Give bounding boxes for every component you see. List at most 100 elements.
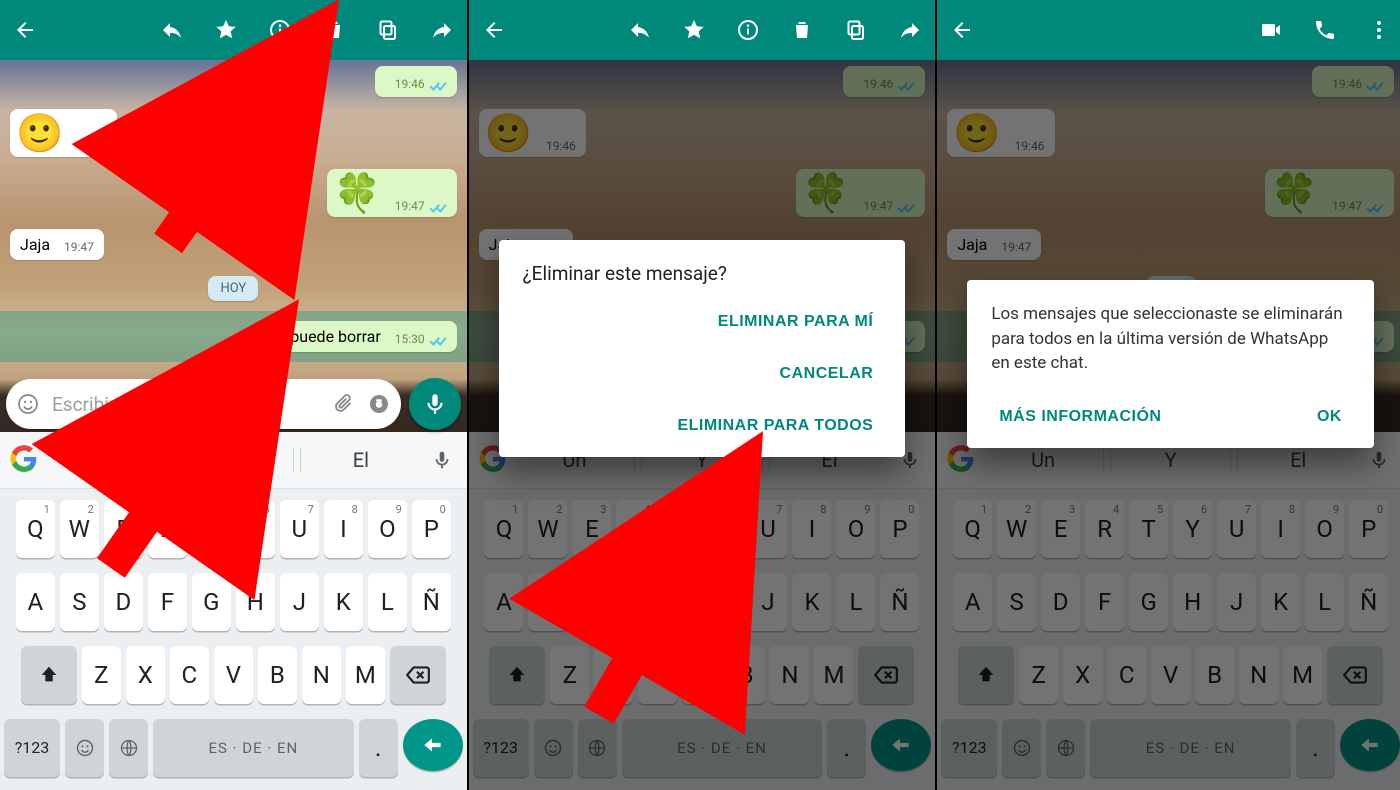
- copy-icon[interactable]: [843, 17, 869, 43]
- video-call-icon[interactable]: [1258, 17, 1284, 43]
- back-icon[interactable]: [481, 17, 507, 43]
- key-Y[interactable]: Y6: [236, 500, 275, 558]
- google-logo-icon[interactable]: [10, 445, 40, 475]
- delete-message-dialog: ¿Eliminar este mensaje? ELIMINAR PARA MÍ…: [499, 240, 906, 457]
- date-pill: HOY: [208, 276, 258, 301]
- message-out[interactable]: 🍀 19:47: [327, 169, 456, 217]
- key-G[interactable]: G: [192, 573, 231, 631]
- panel-3: 19:46 🙂 19:46 🍀 19:47 Jaja 19:47 HOY Se …: [935, 0, 1400, 790]
- space-key[interactable]: ES · DE · EN: [153, 719, 354, 777]
- keyboard-mic-icon[interactable]: [427, 449, 457, 471]
- key-N[interactable]: N: [302, 646, 341, 704]
- key-R[interactable]: R4: [148, 500, 187, 558]
- chat-action-bar: [937, 0, 1400, 60]
- backspace-key[interactable]: [390, 646, 446, 704]
- trash-icon[interactable]: [789, 17, 815, 43]
- forward-icon[interactable]: [429, 17, 455, 43]
- key-F[interactable]: F: [148, 573, 187, 631]
- more-icon[interactable]: [1366, 17, 1392, 43]
- key-H[interactable]: H: [236, 573, 275, 631]
- suggestion-bar: UnYEl: [0, 432, 467, 489]
- msg-text: Jaja: [20, 235, 50, 254]
- key-W[interactable]: W2: [60, 500, 99, 558]
- key-L[interactable]: L: [368, 573, 407, 631]
- dim-overlay-kbd: [469, 432, 936, 790]
- panel-1: 19:46 🙂 19:46 🍀 19:47 Jaja 19:47 HOY Se …: [0, 0, 467, 790]
- shift-key[interactable]: [21, 646, 77, 704]
- info-icon[interactable]: [267, 17, 293, 43]
- cancel-button[interactable]: CANCELAR: [772, 351, 882, 397]
- key-Z[interactable]: Z: [82, 646, 121, 704]
- selection-action-bar: [0, 0, 467, 60]
- reply-icon[interactable]: [627, 17, 653, 43]
- selected-message-row[interactable]: Se puede borrar 15:30: [0, 311, 467, 362]
- info-dialog: Los mensajes que seleccionaste se elimin…: [967, 280, 1374, 448]
- key-Ñ[interactable]: Ñ: [412, 573, 451, 631]
- dialog-title: ¿Eliminar este mensaje?: [523, 262, 882, 285]
- suggestion[interactable]: El: [300, 448, 421, 472]
- message-input-bar: Escribir respuesta…: [6, 376, 461, 432]
- camera-icon[interactable]: [367, 392, 391, 416]
- back-icon[interactable]: [12, 17, 38, 43]
- attach-icon[interactable]: [326, 387, 360, 421]
- message-in[interactable]: 🙂 19:46: [10, 109, 117, 157]
- msg-text: Se puede borrar: [268, 327, 380, 346]
- key-A[interactable]: A: [16, 573, 55, 631]
- back-icon[interactable]: [949, 17, 975, 43]
- delete-for-everyone-button[interactable]: ELIMINAR PARA TODOS: [669, 403, 881, 449]
- phone-call-icon[interactable]: [1312, 17, 1338, 43]
- info-icon[interactable]: [735, 17, 761, 43]
- delete-for-me-button[interactable]: ELIMINAR PARA MÍ: [710, 299, 882, 345]
- panel-2: 19:46 🙂 19:46 🍀 19:47 Jaja 19:47 HOY Se …: [467, 0, 936, 790]
- ok-button[interactable]: OK: [1309, 394, 1350, 440]
- key-S[interactable]: S: [60, 573, 99, 631]
- mic-button[interactable]: [409, 378, 461, 430]
- key-M[interactable]: M: [346, 646, 385, 704]
- dialog-body: Los mensajes que seleccionaste se elimin…: [991, 302, 1350, 376]
- keyboard: UnYEl Q1W2E3R4T5Y6U7I8O9P0 ASDFGHJKLÑ ZX…: [0, 432, 467, 790]
- chat-body: 19:46 🙂 19:46 🍀 19:47 Jaja 19:47 HOY Se …: [0, 60, 467, 430]
- key-U[interactable]: U7: [280, 500, 319, 558]
- message-input[interactable]: Escribir respuesta…: [6, 379, 401, 429]
- key-K[interactable]: K: [324, 573, 363, 631]
- key-T[interactable]: T5: [192, 500, 231, 558]
- period-key[interactable]: .: [359, 719, 398, 777]
- msg-time: 19:46: [77, 139, 107, 153]
- emoji-picker-icon[interactable]: [16, 392, 40, 416]
- language-key[interactable]: [109, 719, 148, 777]
- message-in[interactable]: Jaja 19:47: [10, 229, 104, 260]
- key-B[interactable]: B: [258, 646, 297, 704]
- suggestion[interactable]: Un: [46, 448, 167, 472]
- key-Q[interactable]: Q1: [16, 500, 55, 558]
- msg-time: 19:47: [395, 199, 425, 213]
- suggestion[interactable]: Y: [173, 448, 295, 472]
- emoji-clover-icon: 🍀: [333, 172, 380, 216]
- symbols-key[interactable]: ?123: [4, 719, 60, 777]
- msg-time: 15:30: [395, 332, 425, 346]
- key-E[interactable]: E3: [104, 500, 143, 558]
- enter-key[interactable]: [403, 719, 463, 771]
- star-icon[interactable]: [681, 17, 707, 43]
- star-icon[interactable]: [213, 17, 239, 43]
- reply-icon[interactable]: [159, 17, 185, 43]
- copy-icon[interactable]: [375, 17, 401, 43]
- key-P[interactable]: P0: [412, 500, 451, 558]
- key-O[interactable]: O9: [368, 500, 407, 558]
- message-out[interactable]: 19:46: [375, 66, 457, 97]
- key-X[interactable]: X: [126, 646, 165, 704]
- trash-icon[interactable]: [321, 17, 347, 43]
- forward-icon[interactable]: [897, 17, 923, 43]
- dim-overlay-kbd: [937, 432, 1400, 790]
- input-placeholder: Escribir respuesta…: [52, 393, 319, 416]
- emoji-smile-icon: 🙂: [16, 112, 63, 156]
- key-I[interactable]: I8: [324, 500, 363, 558]
- message-out-selected[interactable]: Se puede borrar 15:30: [258, 321, 456, 352]
- msg-time: 19:46: [395, 77, 425, 91]
- more-info-button[interactable]: MÁS INFORMACIÓN: [991, 394, 1169, 440]
- key-C[interactable]: C: [170, 646, 209, 704]
- selection-action-bar: [469, 0, 936, 60]
- key-V[interactable]: V: [214, 646, 253, 704]
- emoji-key[interactable]: [65, 719, 104, 777]
- key-D[interactable]: D: [104, 573, 143, 631]
- key-J[interactable]: J: [280, 573, 319, 631]
